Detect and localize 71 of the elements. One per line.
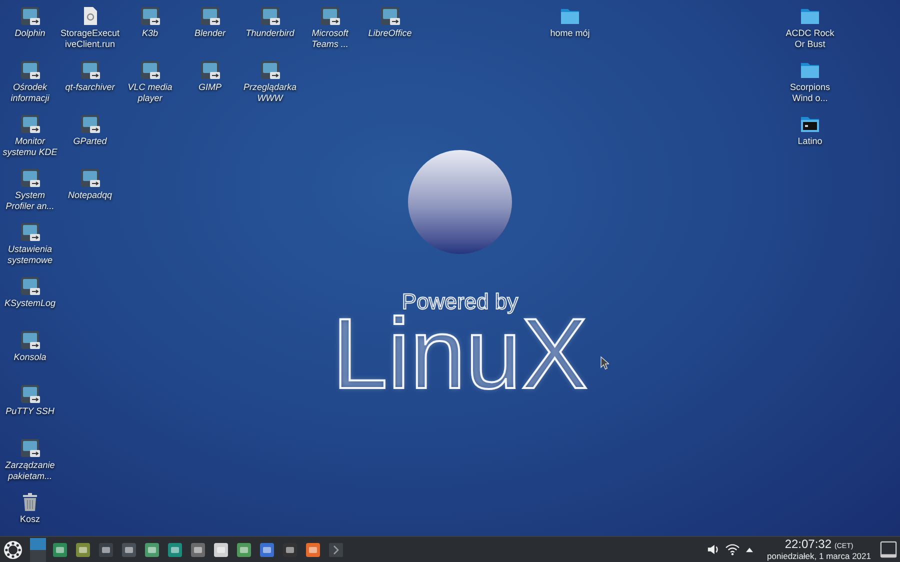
app-shortcut-icon[interactable]: [19, 437, 41, 459]
desktop-icon-label[interactable]: GIMP: [180, 82, 240, 93]
app-shortcut-icon[interactable]: [259, 5, 281, 27]
wifi-icon[interactable]: [725, 543, 740, 556]
desktop-icon-label[interactable]: System Profiler an...: [0, 190, 60, 212]
app-shortcut-icon[interactable]: [379, 5, 401, 27]
desktop-icon-label[interactable]: ACDC Rock Or Bust: [780, 28, 840, 50]
desktop-icon-label[interactable]: PuTTY SSH: [0, 406, 60, 417]
app-launcher-icon[interactable]: [167, 542, 183, 558]
wallpaper-logo: LinuX: [332, 316, 588, 392]
app-launcher-icon[interactable]: [144, 542, 160, 558]
desktop-icon-label[interactable]: Kosz: [0, 514, 60, 525]
app-shortcut-icon[interactable]: [19, 167, 41, 189]
app-shortcut-icon[interactable]: [19, 5, 41, 27]
app-shortcut-icon[interactable]: [319, 5, 341, 27]
desktop-icon-label[interactable]: Zarządzanie pakietam...: [0, 460, 60, 482]
desktop-icon-label[interactable]: KSystemLog: [0, 298, 60, 309]
desktop-icon-label[interactable]: Latino: [780, 136, 840, 147]
app-launcher-icon[interactable]: [259, 542, 275, 558]
app-launcher-icon[interactable]: [75, 542, 91, 558]
volume-icon[interactable]: [707, 543, 720, 556]
app-launcher-icon[interactable]: [98, 542, 114, 558]
app-shortcut-icon[interactable]: [19, 329, 41, 351]
app-launcher-icon[interactable]: [121, 542, 137, 558]
app-shortcut-icon[interactable]: [19, 59, 41, 81]
clock-time[interactable]: 22:07:32: [784, 538, 832, 550]
desktop-icon-label[interactable]: Przeglądarka WWW: [240, 82, 300, 104]
app-shortcut-icon[interactable]: [19, 113, 41, 135]
desktop-icon-label[interactable]: K3b: [120, 28, 180, 39]
app-launcher-icon[interactable]: [236, 542, 252, 558]
desktop-icon-label[interactable]: VLC media player: [120, 82, 180, 104]
clock-date[interactable]: poniedziałek, 1 marca 2021: [767, 551, 871, 561]
desktop-icon-label[interactable]: Blender: [180, 28, 240, 39]
desktop-icon-label[interactable]: GParted: [60, 136, 120, 147]
app-launcher-icon[interactable]: [305, 542, 321, 558]
app-shortcut-icon[interactable]: [19, 221, 41, 243]
desktop-icon-label[interactable]: Konsola: [0, 352, 60, 363]
app-shortcut-icon[interactable]: [79, 167, 101, 189]
app-shortcut-icon[interactable]: [79, 59, 101, 81]
show-desktop-icon[interactable]: [880, 541, 897, 558]
app-shortcut-icon[interactable]: [199, 5, 221, 27]
desktop-icon-label[interactable]: qt-fsarchiver: [60, 82, 120, 93]
app-launcher-icon[interactable]: [282, 542, 298, 558]
desktop-icon-label[interactable]: Scorpions Wind o...: [780, 82, 840, 104]
app-shortcut-icon[interactable]: [199, 59, 221, 81]
mouse-cursor-icon: [600, 356, 609, 370]
app-shortcut-icon[interactable]: [259, 59, 281, 81]
app-shortcut-icon[interactable]: [139, 59, 161, 81]
app-launcher-icon[interactable]: [190, 542, 206, 558]
virtual-desktop[interactable]: [30, 538, 46, 550]
desktop-icon-label[interactable]: Thunderbird: [240, 28, 300, 39]
desktop-icon-label[interactable]: StorageExecutiveClient.run: [60, 28, 120, 50]
expand-tray-icon[interactable]: [745, 546, 754, 553]
app-launcher-icon[interactable]: [52, 542, 68, 558]
desktop-icon-label[interactable]: Monitor systemu KDE: [0, 136, 60, 158]
app-shortcut-icon[interactable]: [19, 383, 41, 405]
desktop-icon-label[interactable]: LibreOffice: [360, 28, 420, 39]
desktop-icon-label[interactable]: Microsoft Teams ...: [300, 28, 360, 50]
chevron-right-icon[interactable]: [328, 542, 344, 558]
app-launcher-icon[interactable]: [213, 542, 229, 558]
virtual-desktop[interactable]: [30, 550, 46, 562]
application-menu-icon[interactable]: [3, 540, 23, 560]
desktop-icon-label[interactable]: Dolphin: [0, 28, 60, 39]
desktop-icon-label[interactable]: Notepadqq: [60, 190, 120, 201]
app-shortcut-icon[interactable]: [79, 113, 101, 135]
app-shortcut-icon[interactable]: [19, 275, 41, 297]
desktop-icon-label[interactable]: Ośrodek informacji: [0, 82, 60, 104]
wallpaper-tagline: Powered by: [402, 290, 518, 314]
desktop-icon-label[interactable]: Ustawienia systemowe: [0, 244, 60, 266]
app-shortcut-icon[interactable]: [139, 5, 161, 27]
desktop-icon-label[interactable]: home mój: [540, 28, 600, 39]
